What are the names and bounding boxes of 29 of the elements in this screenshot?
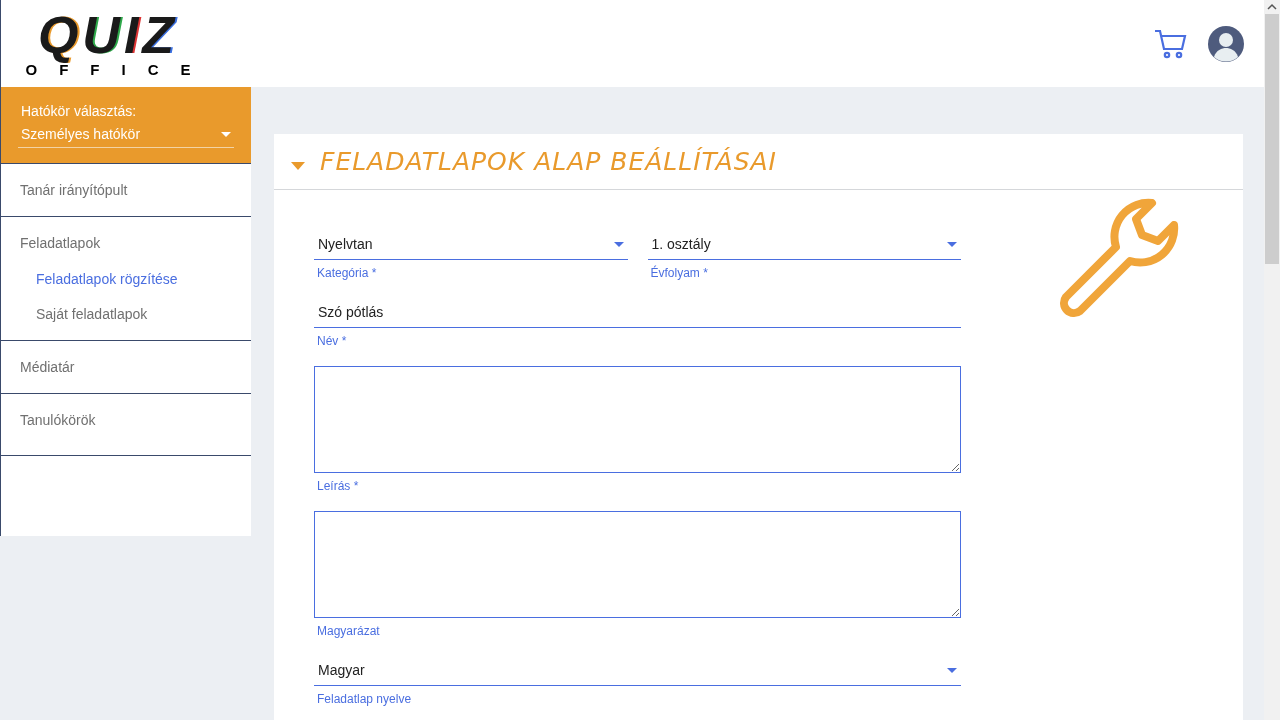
text-field[interactable]: Szó pótlás xyxy=(314,298,961,328)
dropdown-field[interactable]: Nyelvtan xyxy=(314,230,628,260)
field-label: Feladatlap nyelve xyxy=(316,691,413,708)
text-area[interactable] xyxy=(314,511,961,618)
caret-icon xyxy=(221,132,231,137)
field-label: Magyarázat xyxy=(316,623,381,640)
cart-icon[interactable] xyxy=(1154,28,1188,59)
nav-item[interactable]: Tanár irányítópult xyxy=(1,180,251,201)
field-label: Kategória * xyxy=(316,265,378,282)
dropdown-field[interactable]: Magyar xyxy=(314,656,961,686)
scrollbar-thumb[interactable] xyxy=(1265,14,1279,264)
caret-icon xyxy=(947,668,957,673)
field-label: Évfolyam * xyxy=(649,264,709,282)
section-title: FELADATLAPOK ALAP BEÁLLÍTÁSAI xyxy=(320,145,777,178)
dropdown-field[interactable]: 1. osztály xyxy=(647,230,961,260)
nav-subitem[interactable]: Saját feladatlapok xyxy=(1,304,251,325)
field-label: Leírás * xyxy=(316,478,360,495)
scope-label: Hatókör választás: xyxy=(20,102,138,121)
caret-icon xyxy=(613,242,624,247)
caret-icon xyxy=(947,242,957,247)
text-area[interactable] xyxy=(314,366,961,473)
avatar-icon[interactable] xyxy=(1208,25,1244,62)
nav-item[interactable]: Tanulókörök xyxy=(1,410,251,431)
logo-wordmark: QUIZ xyxy=(37,8,179,61)
nav-subitem[interactable]: Feladatlapok rögzítése xyxy=(1,269,251,290)
scrollbar[interactable] xyxy=(1264,0,1280,720)
nav-item[interactable]: Feladatlapok xyxy=(1,233,251,254)
field-label: Név * xyxy=(316,333,348,350)
nav-item[interactable]: Médiatár xyxy=(1,357,251,378)
